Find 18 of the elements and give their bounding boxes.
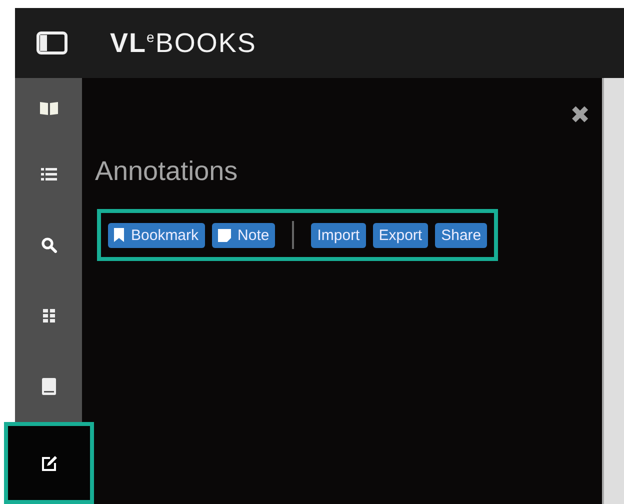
note-icon — [218, 228, 231, 242]
toolbar-button[interactable]: Share — [435, 222, 488, 248]
note-button[interactable]: Note — [212, 222, 276, 248]
panel-title: Annotations — [95, 156, 239, 187]
grid-icon — [42, 308, 54, 322]
bookmark-icon — [114, 228, 124, 242]
logo: VL$^{e}$BOOKS — [110, 28, 256, 58]
sidebar-item[interactable] — [4, 422, 94, 504]
book-icon — [40, 101, 58, 115]
close-button[interactable]: ✖ — [570, 104, 590, 128]
search-icon — [40, 236, 56, 252]
edit-icon — [40, 454, 58, 472]
sidebar-toggle-icon[interactable] — [36, 31, 68, 55]
toolbar-button[interactable]: Import — [311, 222, 366, 248]
bookmark-button[interactable]: Bookmark — [108, 222, 205, 248]
toolbar-button[interactable]: Export — [372, 222, 428, 248]
notebook-icon — [42, 378, 56, 395]
list-icon — [40, 166, 56, 180]
